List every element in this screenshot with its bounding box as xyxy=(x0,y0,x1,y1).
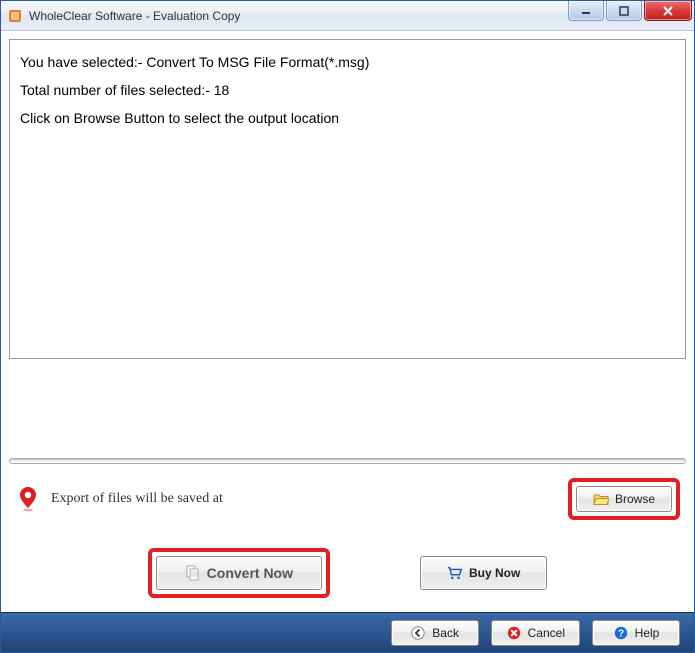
document-copy-icon xyxy=(185,565,201,581)
log-line: You have selected:- Convert To MSG File … xyxy=(20,48,675,76)
cancel-icon xyxy=(506,625,522,641)
log-line: Total number of files selected:- 18 xyxy=(20,76,675,104)
browse-highlight: Browse xyxy=(568,478,680,520)
client-area: You have selected:- Convert To MSG File … xyxy=(1,31,694,652)
browse-label: Browse xyxy=(615,492,655,506)
spacer xyxy=(9,359,686,450)
footer-bar: Back Cancel ? Help xyxy=(1,612,694,652)
divider xyxy=(9,458,686,464)
minimize-button[interactable] xyxy=(568,1,604,21)
convert-label: Convert Now xyxy=(207,565,293,581)
maximize-button[interactable] xyxy=(606,1,642,21)
help-button[interactable]: ? Help xyxy=(592,620,680,646)
status-log: You have selected:- Convert To MSG File … xyxy=(9,39,686,359)
back-label: Back xyxy=(432,626,459,640)
help-label: Help xyxy=(635,626,660,640)
folder-icon xyxy=(593,491,609,507)
log-line: Click on Browse Button to select the out… xyxy=(20,104,675,132)
back-arrow-icon xyxy=(410,625,426,641)
help-icon: ? xyxy=(613,625,629,641)
svg-text:?: ? xyxy=(618,628,624,639)
titlebar[interactable]: WholeClear Software - Evaluation Copy xyxy=(1,1,694,31)
window-title: WholeClear Software - Evaluation Copy xyxy=(29,9,240,23)
window-controls xyxy=(566,1,692,21)
app-window: WholeClear Software - Evaluation Copy Yo… xyxy=(0,0,695,653)
export-label: Export of files will be saved at xyxy=(51,491,568,507)
buy-label: Buy Now xyxy=(469,566,520,580)
close-button[interactable] xyxy=(644,1,692,21)
browse-button[interactable]: Browse xyxy=(576,486,672,512)
cart-icon xyxy=(447,565,463,581)
export-row: Export of files will be saved at Browse xyxy=(9,474,686,542)
cancel-button[interactable]: Cancel xyxy=(491,620,580,646)
app-icon xyxy=(7,8,23,24)
buy-now-button[interactable]: Buy Now xyxy=(420,556,547,590)
location-pin-icon xyxy=(15,486,41,512)
bottom-panel: Export of files will be saved at Browse xyxy=(9,458,686,644)
action-row: Convert Now Buy Now xyxy=(9,542,686,612)
convert-highlight: Convert Now xyxy=(148,548,330,598)
cancel-label: Cancel xyxy=(528,626,565,640)
back-button[interactable]: Back xyxy=(391,620,479,646)
convert-now-button[interactable]: Convert Now xyxy=(156,556,322,590)
